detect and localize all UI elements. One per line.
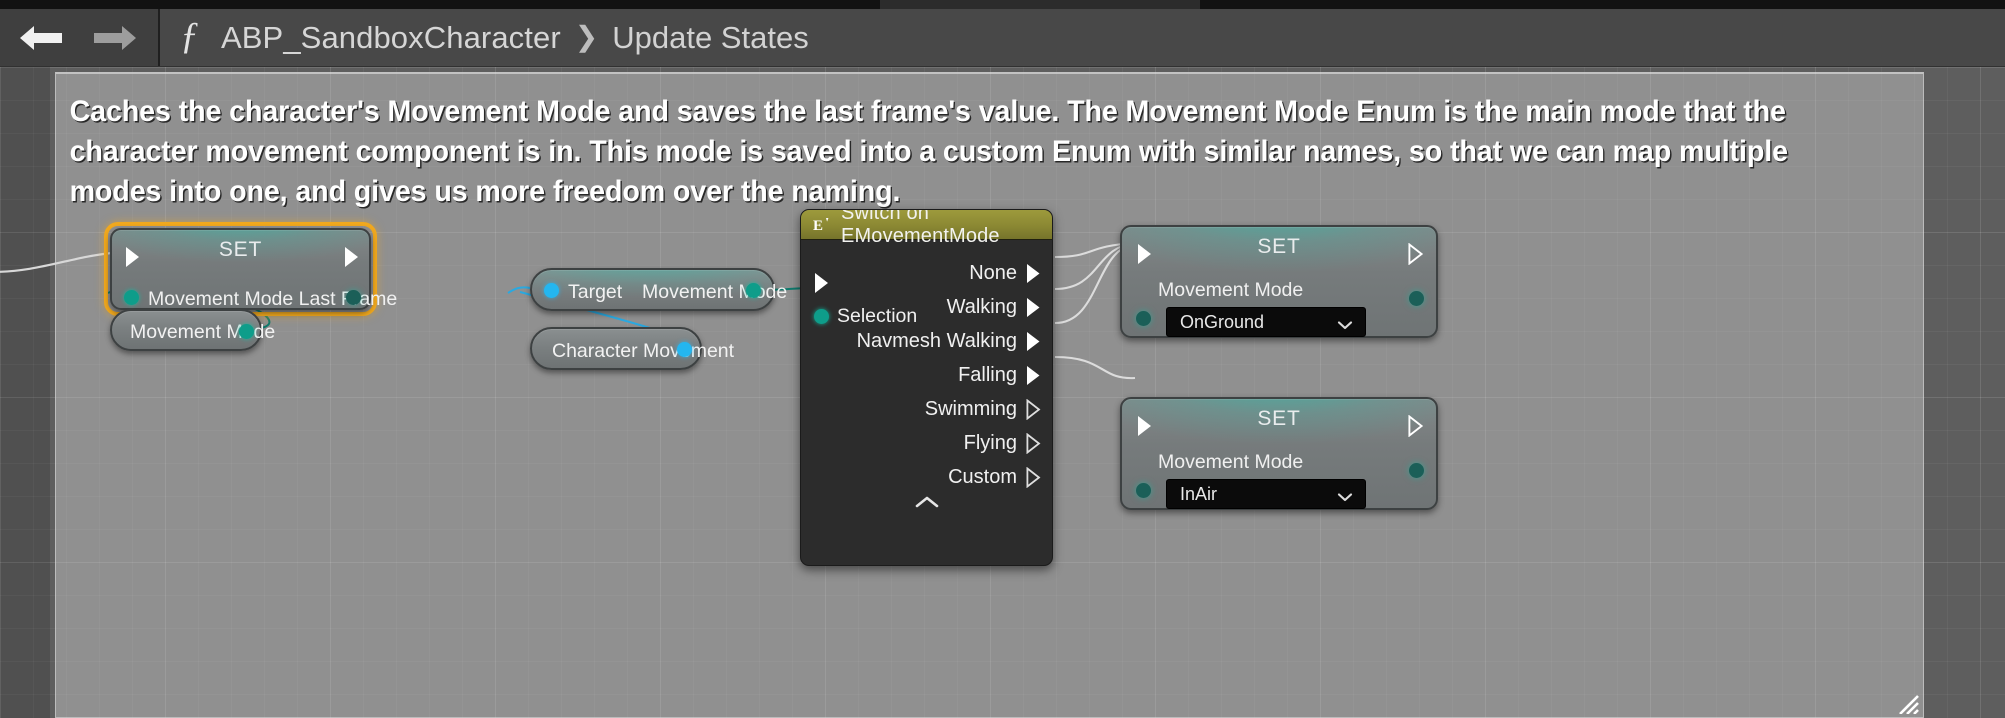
dropdown-value: OnGround <box>1180 311 1265 332</box>
switch-output-flying[interactable]: Flying <box>964 432 1042 455</box>
property-label: Movement Mode <box>1158 279 1304 301</box>
switch-output-label: Walking <box>946 296 1017 318</box>
switch-output-label: None <box>969 262 1017 284</box>
graph-left-shade <box>0 67 50 718</box>
node-title: SET <box>1257 235 1301 258</box>
arrow-left-icon[interactable] <box>18 23 64 53</box>
node-title: SET <box>218 238 263 261</box>
exec-out-arrow-icon[interactable] <box>1407 243 1425 265</box>
property-label: Movement Mode <box>1158 451 1304 473</box>
property-input-pin[interactable] <box>124 290 139 305</box>
exec-out-arrow-icon[interactable] <box>1025 467 1042 488</box>
movement-mode-output-pin[interactable] <box>746 283 761 298</box>
exec-out-arrow-icon[interactable] <box>1025 433 1042 454</box>
set-movement-mode-inair-node[interactable]: SET Movement Mode InAir <box>1120 397 1438 510</box>
target-label: Target <box>568 281 623 303</box>
arrow-right-icon[interactable] <box>92 23 138 53</box>
property-output-pin[interactable] <box>346 290 361 305</box>
switch-output-swimming[interactable]: Swimming <box>925 398 1042 421</box>
blueprint-graph-canvas[interactable]: Caches the character's Movement Mode and… <box>0 67 2005 718</box>
exec-out-arrow-icon[interactable] <box>1407 415 1425 437</box>
exec-out-arrow-icon[interactable] <box>1025 297 1042 318</box>
exec-in-arrow-icon[interactable] <box>124 246 142 268</box>
navigation-buttons <box>0 9 160 66</box>
switch-output-falling[interactable]: Falling <box>958 364 1042 387</box>
switch-output-navmesh-walking[interactable]: Navmesh Walking <box>857 330 1042 353</box>
switch-node-header: E Switch on EMovementMode <box>801 210 1052 247</box>
character-movement-output-pin[interactable] <box>677 342 692 357</box>
breadcrumb: ƒ ABP_SandboxCharacter ❯ Update States <box>168 9 809 66</box>
switch-output-label: Navmesh Walking <box>856 330 1017 352</box>
comment-text: Caches the character's Movement Mode and… <box>69 95 1788 208</box>
switch-output-label: Falling <box>958 364 1017 386</box>
set-movement-mode-onground-node[interactable]: SET Movement Mode OnGround <box>1120 225 1438 338</box>
selection-input-pin[interactable] <box>814 309 829 324</box>
exec-out-arrow-icon[interactable] <box>1025 399 1042 420</box>
variable-output-pin[interactable] <box>239 324 254 339</box>
dropdown-value: InAir <box>1180 483 1218 504</box>
movement-mode-output-label: Movement Mode <box>642 281 788 303</box>
blueprint-editor-window: ƒ ABP_SandboxCharacter ❯ Update States C… <box>0 0 2005 718</box>
movement-mode-dropdown[interactable]: InAir <box>1166 479 1366 509</box>
upper-toolbar-sliver <box>0 0 2005 9</box>
get-movement-mode-node[interactable]: Target Movement Mode <box>530 268 787 311</box>
node-title: SET <box>1257 407 1301 430</box>
property-output-pin[interactable] <box>1409 463 1424 478</box>
exec-in-arrow-icon[interactable] <box>1136 243 1154 265</box>
property-input-pin[interactable] <box>1136 311 1151 326</box>
set-movement-mode-last-frame-node[interactable]: SET Movement Mode Last Frame <box>110 228 397 310</box>
switch-output-custom[interactable]: Custom <box>948 466 1042 489</box>
exec-out-arrow-icon[interactable] <box>1025 365 1042 386</box>
enum-icon: E <box>812 214 832 235</box>
exec-out-arrow-icon[interactable] <box>1025 331 1042 352</box>
character-movement-node[interactable]: Character Movement <box>530 327 734 370</box>
exec-in-arrow-icon[interactable] <box>1136 415 1154 437</box>
movement-mode-dropdown[interactable]: OnGround <box>1166 307 1366 337</box>
property-input-pin[interactable] <box>1136 483 1151 498</box>
svg-text:E: E <box>813 218 823 234</box>
exec-in-arrow-icon[interactable] <box>813 272 831 294</box>
resize-handle-icon[interactable] <box>1898 694 1920 715</box>
chevron-down-icon[interactable] <box>1337 489 1353 502</box>
property-output-pin[interactable] <box>1409 291 1424 306</box>
switch-output-none[interactable]: None <box>969 262 1042 285</box>
chevron-down-icon[interactable] <box>1337 317 1353 330</box>
switch-on-emovementmode-node[interactable]: E Switch on EMovementMode Selection None <box>800 209 1053 566</box>
character-movement-label: Character Movement <box>552 340 735 362</box>
fx-icon: ƒ <box>180 14 199 57</box>
target-input-pin[interactable] <box>544 283 559 298</box>
exec-out-arrow-icon[interactable] <box>1025 263 1042 284</box>
selection-label: Selection <box>837 305 918 327</box>
switch-output-label: Swimming <box>924 398 1017 420</box>
chevron-up-icon[interactable] <box>801 491 1052 513</box>
breadcrumb-root[interactable]: ABP_SandboxCharacter <box>221 20 561 56</box>
switch-output-label: Custom <box>948 466 1017 488</box>
exec-out-arrow-icon[interactable] <box>343 246 361 268</box>
get-movement-mode-variable-node[interactable]: Movement Mode <box>110 309 275 351</box>
switch-output-walking[interactable]: Walking <box>947 296 1042 319</box>
breadcrumb-leaf[interactable]: Update States <box>612 20 808 56</box>
switch-node-body: Selection None Walking Navmesh Walking F… <box>801 240 1052 515</box>
breadcrumb-bar: ƒ ABP_SandboxCharacter ❯ Update States <box>0 9 2005 67</box>
breadcrumb-separator-icon: ❯ <box>574 21 599 52</box>
switch-output-label: Flying <box>963 432 1017 454</box>
